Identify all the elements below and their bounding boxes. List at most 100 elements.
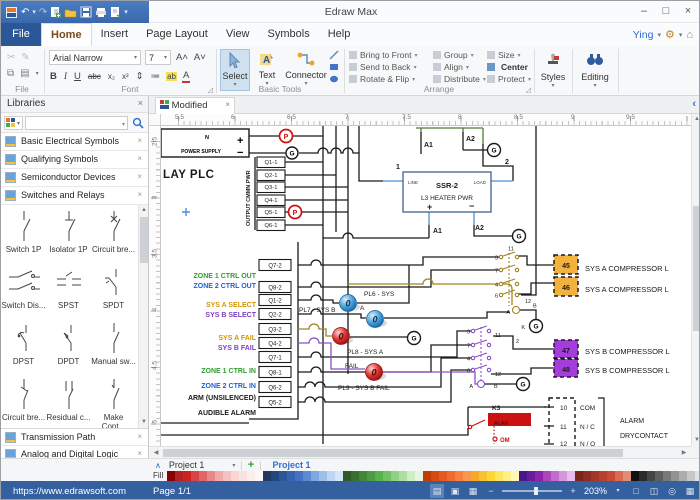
palette-swatch[interactable] <box>495 471 503 481</box>
undo-icon[interactable]: ↶ <box>21 7 29 18</box>
styles-caret-icon[interactable]: ▾ <box>535 82 571 89</box>
fit-page-button[interactable]: □ <box>629 484 643 498</box>
minimize-button[interactable]: – <box>633 1 655 23</box>
palette-swatch[interactable] <box>359 471 367 481</box>
editing-button[interactable]: Editing <box>573 72 617 82</box>
palette-swatch[interactable] <box>367 471 375 481</box>
zoom-in-button[interactable]: + <box>566 484 580 498</box>
zoom-out-button[interactable]: − <box>484 484 498 498</box>
scroll-thumb[interactable] <box>693 206 700 331</box>
palette-swatch[interactable] <box>175 471 183 481</box>
palette-swatch[interactable] <box>695 471 700 481</box>
palette-swatch[interactable] <box>631 471 639 481</box>
palette-swatch[interactable] <box>503 471 511 481</box>
alarm-dry-contact[interactable]: 10 11 12 COM N / C N / O ALARM DRYCONTAC… <box>544 398 669 446</box>
increase-font-icon[interactable]: A˄ <box>175 52 189 63</box>
scroll-thumb[interactable] <box>140 217 148 263</box>
save-icon[interactable] <box>80 6 92 18</box>
palette-swatch[interactable] <box>423 471 431 481</box>
page-tab[interactable]: Project 1 <box>169 460 205 470</box>
drawing-canvas[interactable]: N POWER SUPPLY + − LAY PLC OUTPUT CMMN P… <box>161 126 691 446</box>
palette-swatch[interactable] <box>231 471 239 481</box>
library-search-input[interactable]: ▾ <box>25 116 128 130</box>
palette-swatch[interactable] <box>351 471 359 481</box>
superscript-button[interactable]: x² <box>121 72 130 81</box>
editing-caret-icon[interactable]: ▾ <box>573 82 617 89</box>
editing-binoculars-icon[interactable] <box>586 51 604 67</box>
libraries-panel-close-icon[interactable]: × <box>138 98 143 108</box>
subscript-button[interactable]: x₂ <box>107 72 116 81</box>
palette-swatch[interactable] <box>343 471 351 481</box>
active-page-tab[interactable]: Project 1 <box>273 460 311 470</box>
palette-swatch[interactable] <box>223 471 231 481</box>
underline-button[interactable]: U <box>73 71 82 82</box>
library-close-icon[interactable]: × <box>137 190 142 199</box>
palette-swatch[interactable] <box>583 471 591 481</box>
italic-button[interactable]: I <box>63 72 68 82</box>
palette-swatch[interactable] <box>383 471 391 481</box>
palette-swatch[interactable] <box>567 471 575 481</box>
tab-home[interactable]: Home <box>41 23 92 46</box>
redo-icon[interactable]: ↷ <box>39 7 47 18</box>
styles-button[interactable]: Styles <box>535 72 571 82</box>
palette-swatch[interactable] <box>487 471 495 481</box>
palette-swatch[interactable] <box>191 471 199 481</box>
palette-swatch[interactable] <box>559 471 567 481</box>
scroll-thumb[interactable] <box>163 449 623 457</box>
symbol-switch-disconnector[interactable]: Switch Dis... <box>1 261 46 316</box>
zoom-caret-icon[interactable]: ▾ <box>611 484 625 498</box>
scroll-down-icon[interactable]: ▼ <box>692 435 700 446</box>
sys-b-terminal-box[interactable]: 47 48 <box>554 340 578 377</box>
font-color-button[interactable]: A <box>182 70 190 83</box>
canvas-horizontal-scrollbar[interactable]: ◀ ▶ <box>149 446 691 458</box>
palette-swatch[interactable] <box>455 471 463 481</box>
palette-swatch[interactable] <box>599 471 607 481</box>
palette-swatch[interactable] <box>391 471 399 481</box>
send-to-back-button[interactable]: Send to Back▾ <box>349 61 418 73</box>
library-item-qualifying[interactable]: Qualifying Symbols× <box>1 151 148 169</box>
palette-swatch[interactable] <box>215 471 223 481</box>
canvas-vertical-scrollbar[interactable]: ▲ ▼ <box>691 114 700 446</box>
close-button[interactable]: × <box>677 1 699 23</box>
library-item-transmission-path[interactable]: Transmission Path× <box>1 428 148 446</box>
palette-swatch[interactable] <box>607 471 615 481</box>
tab-view[interactable]: View <box>217 23 259 46</box>
palette-swatch[interactable] <box>263 471 271 481</box>
library-picker-button[interactable]: ▾ <box>4 116 23 130</box>
palette-swatch[interactable] <box>535 471 543 481</box>
highlight-button[interactable]: ab <box>166 72 177 81</box>
rectangle-shape-icon[interactable] <box>329 62 339 72</box>
q-terminal-column-1[interactable]: Q1-1 Q2-1 Q3-1 Q4-1 Q5-1 Q6-1 <box>257 157 285 231</box>
scroll-down-icon[interactable]: ▼ <box>139 417 149 428</box>
palette-swatch[interactable] <box>479 471 487 481</box>
palette-swatch[interactable] <box>327 471 335 481</box>
palette-swatch[interactable] <box>623 471 631 481</box>
strikethrough-button[interactable]: abc <box>87 72 102 81</box>
print-icon[interactable] <box>95 7 107 18</box>
palette-swatch[interactable] <box>543 471 551 481</box>
format-painter-icon[interactable]: ✎ <box>21 52 29 63</box>
palette-swatch[interactable] <box>183 471 191 481</box>
edrawsoft-url[interactable]: https://www.edrawsoft.com <box>13 486 126 497</box>
copy-icon[interactable]: ⧉ <box>7 68 14 79</box>
line-shape-icon[interactable] <box>329 50 339 60</box>
collapse-pages-icon[interactable]: ∧ <box>155 461 161 470</box>
palette-swatch[interactable] <box>519 471 527 481</box>
symbol-circuit-breaker[interactable]: Circuit bre... <box>91 205 136 260</box>
zoom-level[interactable]: 203% <box>584 486 607 496</box>
palette-swatch[interactable] <box>591 471 599 481</box>
palette-swatch[interactable] <box>439 471 447 481</box>
tab-help[interactable]: Help <box>319 23 360 46</box>
palette-swatch[interactable] <box>663 471 671 481</box>
bullet-list-button[interactable]: ≔ <box>150 71 162 82</box>
undo-caret-icon[interactable]: ▾ <box>32 8 36 16</box>
user-name[interactable]: Ying <box>633 29 654 41</box>
palette-swatch[interactable] <box>447 471 455 481</box>
palette-swatch[interactable] <box>167 471 175 481</box>
page-view-button[interactable]: ▣ <box>448 484 462 498</box>
tab-file[interactable]: File <box>1 23 41 46</box>
presentation-view-button[interactable]: ▦ <box>466 484 480 498</box>
symbol-make-contact[interactable]: Make Cont... <box>91 373 136 428</box>
symbol-manual-switch[interactable]: Manual sw... <box>91 317 136 372</box>
palette-swatch[interactable] <box>239 471 247 481</box>
